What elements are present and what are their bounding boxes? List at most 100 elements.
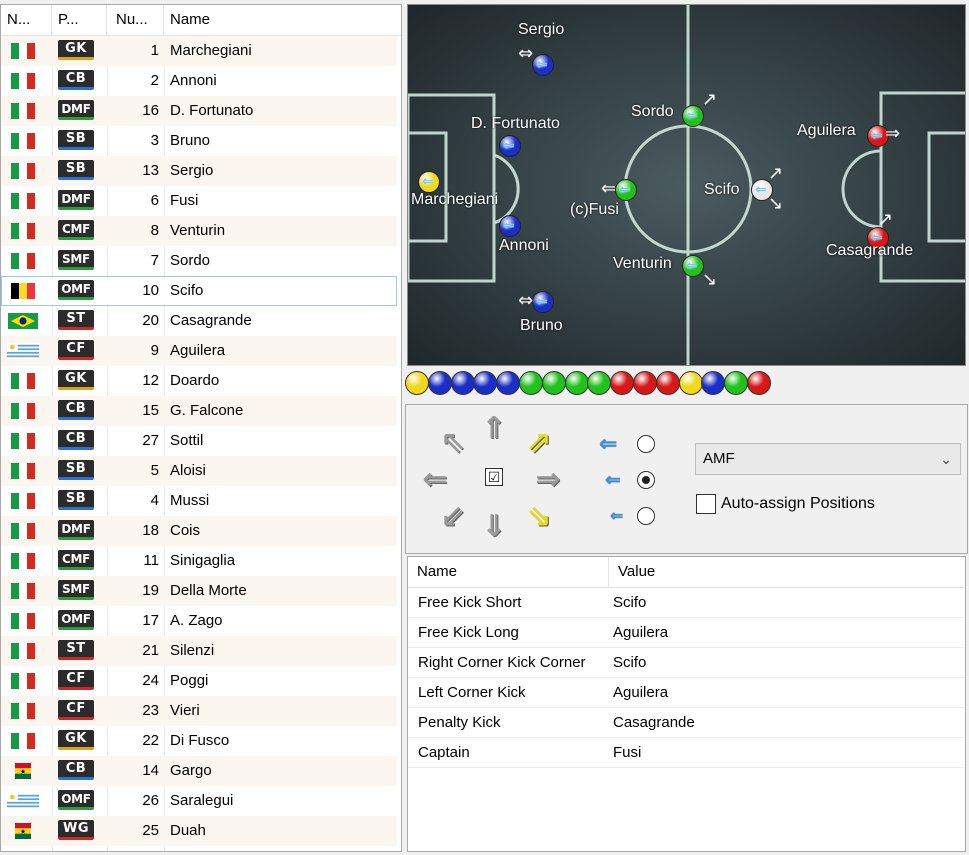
column-header-property-name[interactable]: Name bbox=[408, 557, 609, 587]
set-piece-properties-table: Name Value Free Kick Short Scifo Free Kick… bbox=[407, 556, 966, 852]
player-row[interactable]: DMF 16 D. Fortunato bbox=[1, 96, 397, 126]
property-value[interactable]: Fusi bbox=[613, 738, 641, 768]
player-row[interactable]: CB 15 G. Falcone bbox=[1, 396, 397, 426]
player-row[interactable]: WG 25 Duah bbox=[1, 816, 397, 846]
property-row[interactable]: Captain Fusi bbox=[408, 738, 965, 768]
player-row[interactable]: ST 21 Silenzi bbox=[1, 636, 397, 666]
player-number: 5 bbox=[150, 462, 159, 479]
arrow-right-icon[interactable]: ⇒ bbox=[531, 464, 565, 496]
center-checkbox[interactable]: ☑ bbox=[485, 468, 503, 486]
player-marker[interactable]: ⇐ bbox=[532, 54, 554, 76]
player-row[interactable]: OMF 17 A. Zago bbox=[1, 606, 397, 636]
auto-assign-label[interactable]: Auto-assign Positions bbox=[721, 495, 875, 513]
pitch-player-label: D. Fortunato bbox=[471, 115, 560, 132]
player-number: 23 bbox=[142, 702, 159, 719]
player-row[interactable]: SB 13 Sergio bbox=[1, 156, 397, 186]
speed-radio-small[interactable] bbox=[637, 507, 655, 525]
player-row[interactable]: CB 2 Annoni bbox=[1, 66, 397, 96]
flag-italy-icon bbox=[6, 583, 40, 599]
player-name: Scifo bbox=[170, 282, 204, 299]
player-row[interactable]: SB 4 Mussi bbox=[1, 486, 397, 516]
player-row[interactable]: SMF 19 Della Morte bbox=[1, 576, 397, 606]
player-row[interactable]: SB 3 Bruno bbox=[1, 126, 397, 156]
player-row[interactable]: DMF 18 Cois bbox=[1, 516, 397, 546]
player-row[interactable]: GK 22 Di Fusco bbox=[1, 726, 397, 756]
property-name: Left Corner Kick bbox=[418, 684, 526, 701]
player-row[interactable]: GK 12 Doardo bbox=[1, 366, 397, 396]
player-color-ball bbox=[473, 371, 498, 395]
column-header-name[interactable]: Name bbox=[164, 5, 401, 35]
run-direction-icon: ⇔ bbox=[518, 43, 534, 64]
player-number: 22 bbox=[142, 732, 159, 749]
player-name: Bruno bbox=[170, 132, 211, 149]
player-name: Annoni bbox=[170, 72, 217, 89]
player-color-ball bbox=[678, 371, 703, 395]
flag-italy-icon bbox=[6, 643, 40, 659]
property-value[interactable]: Scifo bbox=[613, 648, 646, 678]
player-marker[interactable]: ⇐ bbox=[532, 291, 554, 313]
arrow-left-icon: ⇐ bbox=[503, 218, 515, 234]
player-name: Sergio bbox=[170, 162, 214, 179]
formation-pitch[interactable]: ⇐ ⇔ Sergio ⇐ D. Fortunato ⇐ Marchegiani ⇐ Annoni… bbox=[407, 4, 966, 366]
flag-italy-icon bbox=[6, 223, 40, 239]
position-badge: GK bbox=[58, 40, 94, 60]
property-value[interactable]: Scifo bbox=[613, 588, 646, 618]
arrow-left-icon: ⇐ bbox=[686, 258, 698, 274]
position-badge: CF bbox=[58, 700, 94, 720]
arrow-left-icon: ⇐ bbox=[422, 174, 434, 190]
player-row[interactable]: OMF 26 Saralegui bbox=[1, 786, 397, 816]
player-row[interactable]: SMF 7 Sordo bbox=[1, 246, 397, 276]
player-row[interactable]: SB 5 Aloisi bbox=[1, 456, 397, 486]
column-header-nationality[interactable]: N... bbox=[1, 5, 52, 35]
property-value[interactable]: Aguilera bbox=[613, 678, 668, 708]
arrow-up-icon[interactable]: ⇑ bbox=[477, 413, 511, 445]
player-name: Gargo bbox=[170, 762, 212, 779]
player-row[interactable]: GK 1 Marchegiani bbox=[1, 36, 397, 66]
player-row[interactable]: DMF 6 Fusi bbox=[1, 186, 397, 216]
player-marker[interactable]: ⇐ bbox=[499, 135, 521, 157]
player-row[interactable]: CMF 11 Sinigaglia bbox=[1, 546, 397, 576]
player-row[interactable]: CB 27 Sottil bbox=[1, 426, 397, 456]
speed-radio-large[interactable] bbox=[637, 435, 655, 453]
property-row[interactable]: Penalty Kick Casagrande bbox=[408, 708, 965, 738]
player-row[interactable]: CMF 8 Venturin bbox=[1, 216, 397, 246]
position-badge: CB bbox=[58, 760, 94, 780]
flag-brazil-icon bbox=[6, 313, 40, 329]
player-row[interactable]: OMF 10 Scifo bbox=[1, 276, 397, 306]
column-header-property-value[interactable]: Value bbox=[609, 557, 965, 587]
position-dropdown[interactable]: AMF ⌄ bbox=[695, 443, 961, 475]
flag-italy-icon bbox=[6, 493, 40, 509]
arrow-up-right-icon[interactable]: ⇗ bbox=[522, 427, 556, 459]
player-marker[interactable]: ⇐ bbox=[682, 105, 704, 127]
property-row[interactable]: Free Kick Long Aguilera bbox=[408, 618, 965, 648]
auto-assign-checkbox[interactable] bbox=[696, 494, 716, 514]
property-row[interactable]: Right Corner Kick Corner Scifo bbox=[408, 648, 965, 678]
arrow-left-icon: ⇐ bbox=[755, 182, 767, 198]
player-color-ball bbox=[610, 371, 635, 395]
property-row[interactable]: Free Kick Short Scifo bbox=[408, 588, 965, 618]
column-header-position[interactable]: P... bbox=[52, 5, 107, 35]
property-value[interactable]: Aguilera bbox=[613, 618, 668, 648]
arrow-down-left-icon[interactable]: ⇙ bbox=[436, 501, 470, 533]
player-name: Venturin bbox=[170, 222, 226, 239]
player-row[interactable]: CB 14 Gargo bbox=[1, 756, 397, 786]
player-number: 10 bbox=[142, 282, 159, 299]
flag-italy-icon bbox=[6, 73, 40, 89]
player-marker[interactable]: ⇐ bbox=[615, 179, 637, 201]
arrow-down-right-icon[interactable]: ⇘ bbox=[522, 501, 556, 533]
player-row[interactable]: ST 20 Casagrande bbox=[1, 306, 397, 336]
arrow-down-icon[interactable]: ⇓ bbox=[477, 511, 511, 543]
arrow-left-icon[interactable]: ⇐ bbox=[418, 464, 452, 496]
player-row[interactable]: CF 24 Poggi bbox=[1, 666, 397, 696]
player-list[interactable]: N... P... Nu... Name GK 1 Marchegiani CB 2 An… bbox=[0, 4, 402, 852]
property-value[interactable]: Casagrande bbox=[613, 708, 695, 738]
player-row[interactable]: CF 9 Aguilera bbox=[1, 336, 397, 366]
arrow-up-left-icon[interactable]: ⇖ bbox=[436, 427, 470, 459]
column-header-number[interactable]: Nu... bbox=[107, 5, 164, 35]
speed-radio-medium[interactable] bbox=[637, 471, 655, 489]
property-row[interactable]: Left Corner Kick Aguilera bbox=[408, 678, 965, 708]
player-marker[interactable]: ⇐ bbox=[418, 171, 440, 193]
player-marker[interactable]: ⇐ bbox=[682, 255, 704, 277]
player-marker[interactable]: ⇐ bbox=[499, 215, 521, 237]
player-row[interactable]: CF 23 Vieri bbox=[1, 696, 397, 726]
